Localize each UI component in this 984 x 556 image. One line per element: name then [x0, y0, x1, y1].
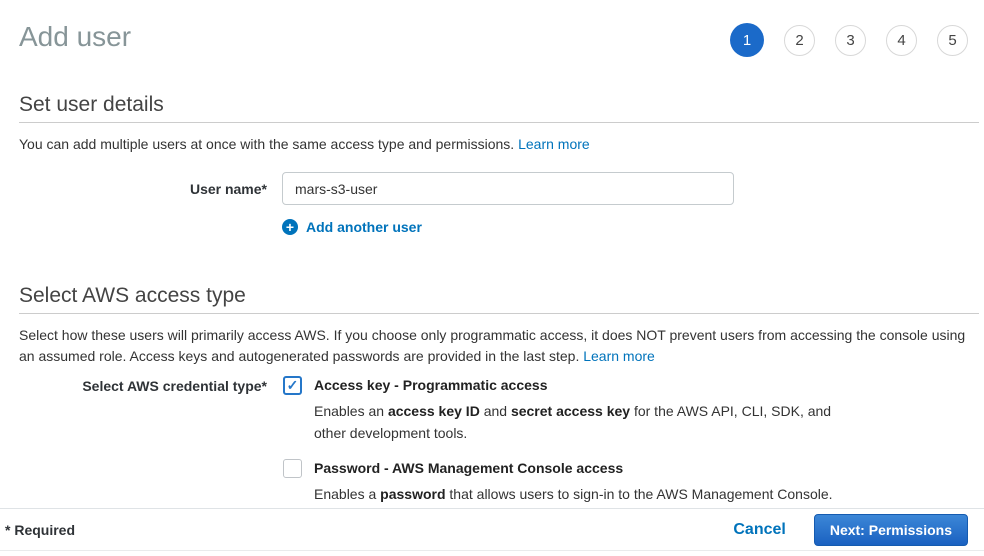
- step-2-indicator: 2: [784, 25, 815, 56]
- plus-circle-icon: +: [282, 219, 298, 235]
- step-4-indicator: 4: [886, 25, 917, 56]
- credential-type-row: Select AWS credential type* ✓ Access key…: [19, 376, 979, 505]
- user-details-intro: You can add multiple users at once with …: [19, 134, 979, 155]
- desc-text: and: [480, 403, 511, 419]
- password-checkbox[interactable]: [283, 459, 302, 478]
- wizard-footer: * Required Cancel Next: Permissions: [0, 508, 984, 551]
- access-type-learn-more-link[interactable]: Learn more: [583, 348, 655, 364]
- step-5-indicator: 5: [937, 25, 968, 56]
- access-key-checkbox[interactable]: ✓: [283, 376, 302, 395]
- add-another-user-label: Add another user: [306, 219, 422, 235]
- desc-bold-text: password: [380, 486, 445, 502]
- access-type-intro: Select how these users will primarily ac…: [19, 325, 979, 367]
- user-details-intro-text: You can add multiple users at once with …: [19, 136, 514, 152]
- desc-text: Enables a: [314, 486, 380, 502]
- required-note: * Required: [5, 522, 75, 538]
- desc-bold-text: secret access key: [511, 403, 630, 419]
- add-another-user-button[interactable]: + Add another user: [282, 219, 979, 235]
- access-key-option-title: Access key - Programmatic access: [314, 376, 842, 395]
- username-label: User name*: [19, 181, 267, 197]
- cancel-button[interactable]: Cancel: [733, 521, 785, 539]
- access-key-option-body: Access key - Programmatic access Enables…: [314, 376, 842, 444]
- step-3-indicator: 3: [835, 25, 866, 56]
- user-details-heading: Set user details: [19, 93, 979, 123]
- desc-text: that allows users to sign-in to the AWS …: [446, 486, 833, 502]
- user-details-learn-more-link[interactable]: Learn more: [518, 136, 590, 152]
- password-option: Password - AWS Management Console access…: [283, 459, 842, 505]
- access-key-option-desc: Enables an access key ID and secret acce…: [314, 400, 842, 444]
- username-input[interactable]: [282, 172, 734, 205]
- next-permissions-button[interactable]: Next: Permissions: [814, 514, 968, 546]
- step-indicator: 1 2 3 4 5: [730, 23, 968, 57]
- credential-options: ✓ Access key - Programmatic access Enabl…: [283, 376, 842, 505]
- credential-type-label: Select AWS credential type*: [19, 376, 267, 394]
- page-title: Add user: [19, 20, 131, 53]
- access-key-option: ✓ Access key - Programmatic access Enabl…: [283, 376, 842, 444]
- password-option-body: Password - AWS Management Console access…: [314, 459, 833, 505]
- access-type-heading: Select AWS access type: [19, 284, 979, 314]
- step-1-indicator: 1: [730, 23, 764, 57]
- password-option-desc: Enables a password that allows users to …: [314, 483, 833, 505]
- password-option-title: Password - AWS Management Console access: [314, 459, 833, 478]
- page-header: Add user 1 2 3 4 5: [0, 0, 984, 57]
- access-type-intro-text: Select how these users will primarily ac…: [19, 327, 965, 364]
- checkmark-icon: ✓: [287, 377, 299, 394]
- desc-text: Enables an: [314, 403, 388, 419]
- username-row: User name*: [19, 172, 979, 205]
- desc-bold-text: access key ID: [388, 403, 480, 419]
- footer-actions: Cancel Next: Permissions: [733, 514, 968, 546]
